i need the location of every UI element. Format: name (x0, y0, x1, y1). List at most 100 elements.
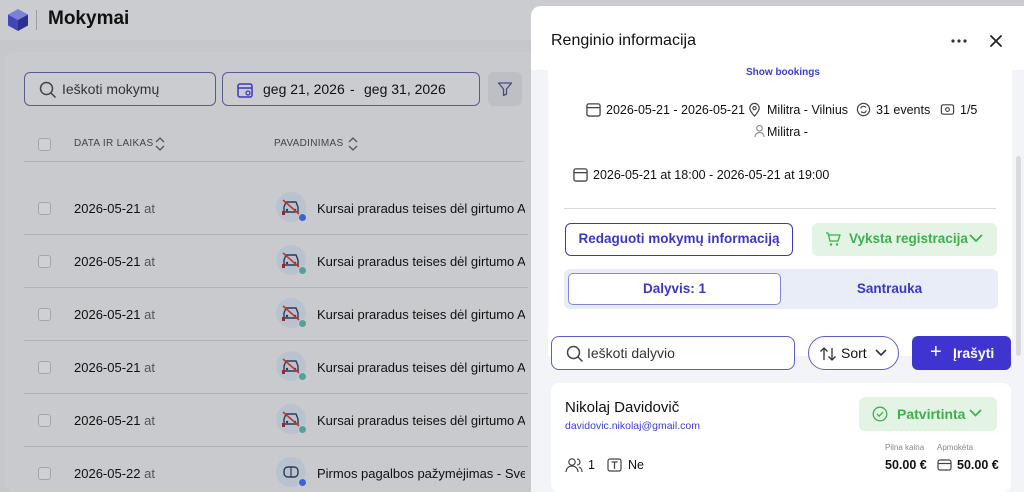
column-header-name[interactable]: PAVADINIMAS (274, 138, 343, 149)
status-dot (298, 213, 307, 222)
participant-card[interactable]: Nikolaj Davidovič davidovic.nikolaj@gmai… (551, 383, 1011, 492)
participant-email[interactable]: davidovic.nikolaj@gmail.com (565, 420, 700, 432)
car-wine-icon (282, 358, 300, 374)
show-bookings-link[interactable]: Show bookings (746, 67, 820, 78)
car-wine-icon (282, 199, 300, 215)
row-checkbox[interactable] (38, 414, 51, 427)
participant-status-label: Patvirtinta (897, 406, 966, 422)
plus-icon: + (930, 341, 942, 363)
row-checkbox[interactable] (38, 467, 51, 480)
calendar-icon (237, 83, 253, 98)
participant-search-input[interactable]: Ieškoti dalyvio (551, 336, 795, 370)
tab-participants[interactable]: Dalyvis: 1 (568, 273, 781, 305)
car-wine-icon (282, 305, 300, 321)
panel-tabs: Dalyvis: 1 Santrauka (564, 269, 998, 309)
row-date: 2026-05-21 at (74, 201, 155, 216)
paid-amount: 50.00 € (957, 458, 999, 472)
search-icon (566, 345, 584, 363)
date-range-picker[interactable]: geg 21, 2026 - geg 31, 2026 (222, 72, 480, 106)
invoice-value: Ne (628, 458, 644, 472)
table-row[interactable]: 2026-05-21 at Kursai praradus teises dėl … (24, 288, 528, 341)
table-row[interactable]: 2026-05-21 at Kursai praradus teises dėl … (24, 182, 528, 235)
panel-header: Renginio informacija (531, 6, 1024, 70)
edit-training-button[interactable]: Redaguoti mokymų informaciją (565, 223, 793, 256)
calendar-icon (586, 103, 601, 117)
participant-status-dropdown[interactable]: Patvirtinta (859, 397, 997, 431)
check-circle-icon (872, 406, 888, 422)
sort-arrows-icon (820, 347, 836, 361)
row-course-name: Kursai praradus teises dėl girtumo A1... (317, 201, 525, 216)
people-icon (565, 458, 583, 473)
add-participant-label: Įrašyti (953, 345, 995, 361)
row-course-name: Kursai praradus teises dėl girtumo A1... (317, 307, 525, 322)
divider (564, 208, 996, 209)
chevron-down-icon (969, 234, 983, 243)
invoice-icon (607, 458, 622, 472)
search-input[interactable]: Ieškoti mokymų (24, 72, 216, 106)
location-pin-icon (749, 102, 760, 117)
participant-name: Nikolaj Davidovič (565, 399, 680, 416)
select-all-checkbox[interactable] (38, 138, 51, 151)
recurring-icon (856, 102, 871, 117)
row-checkbox[interactable] (38, 308, 51, 321)
participant-search-placeholder: Ieškoti dalyvio (587, 345, 675, 361)
chevron-down-icon (875, 349, 887, 357)
column-header-date[interactable]: DATA IR LAIKAS (74, 138, 153, 149)
date-separator: - (350, 81, 355, 97)
date-to: geg 31, 2026 (364, 81, 446, 97)
person-icon (754, 124, 765, 138)
calendar-icon (573, 168, 588, 182)
sort-label: Sort (841, 345, 867, 361)
add-participant-button[interactable]: + Įrašyti (912, 336, 1011, 370)
credit-card-icon (937, 459, 952, 471)
cart-icon (826, 232, 841, 246)
sort-button[interactable]: Sort (808, 336, 899, 370)
row-checkbox[interactable] (38, 361, 51, 374)
row-checkbox[interactable] (38, 255, 51, 268)
car-wine-icon (282, 411, 300, 427)
more-options-icon[interactable] (949, 31, 969, 51)
row-course-name: Pirmos pagalbos pažymėjimas - Svei... (317, 466, 525, 481)
search-icon (39, 81, 57, 99)
close-icon[interactable] (986, 31, 1006, 51)
date-from: geg 21, 2026 (263, 81, 345, 97)
car-wine-icon (282, 252, 300, 268)
sort-icon[interactable] (155, 136, 165, 152)
paid-label: Apmokėta (937, 443, 974, 452)
panel-title: Renginio informacija (551, 32, 696, 49)
row-date: 2026-05-21 at (74, 413, 155, 428)
table-row[interactable]: 2026-05-22 at Pirmos pagalbos pažymėjimas… (24, 447, 528, 492)
table-row[interactable]: 2026-05-21 at Kursai praradus teises dėl … (24, 394, 528, 447)
filter-button[interactable] (488, 72, 522, 106)
row-course-name: Kursai praradus teises dėl girtumo A1... (317, 413, 525, 428)
chevron-down-icon (969, 409, 982, 417)
table-row[interactable]: 2026-05-21 at Kursai praradus teises dėl … (24, 235, 528, 288)
search-placeholder: Ieškoti mokymų (62, 81, 160, 97)
row-checkbox[interactable] (38, 202, 51, 215)
row-course-name: Kursai praradus teises dėl girtumo A1... (317, 254, 525, 269)
filter-icon (497, 82, 513, 97)
row-date: 2026-05-21 at (74, 360, 155, 375)
sort-icon[interactable] (348, 136, 358, 152)
full-price: 50.00 € (885, 458, 927, 472)
participant-count: 1 (588, 458, 595, 472)
row-date: 2026-05-21 at (74, 254, 155, 269)
row-course-name: Kursai praradus teises dėl girtumo A1... (317, 360, 525, 375)
row-date: 2026-05-22 at (74, 466, 155, 481)
status-dot (298, 425, 307, 434)
status-dot (298, 266, 307, 275)
full-price-label: Pilna kaina (885, 443, 925, 452)
status-dot (298, 372, 307, 381)
table-header: DATA IR LAIKAS PAVADINIMAS (24, 128, 524, 162)
divider (36, 10, 37, 30)
scrollbar[interactable] (1016, 156, 1021, 356)
registration-status-label: Vyksta registracija (849, 231, 968, 246)
status-dot (298, 319, 307, 328)
status-dot (298, 478, 307, 487)
registration-status-dropdown[interactable]: Vyksta registracija (812, 223, 997, 256)
table-row[interactable]: 2026-05-21 at Kursai praradus teises dėl … (24, 341, 528, 394)
app-logo-icon (8, 9, 28, 31)
seat-icon (940, 104, 955, 115)
tab-summary[interactable]: Santrauka (785, 273, 994, 305)
app-title: Mokymai (48, 8, 130, 29)
